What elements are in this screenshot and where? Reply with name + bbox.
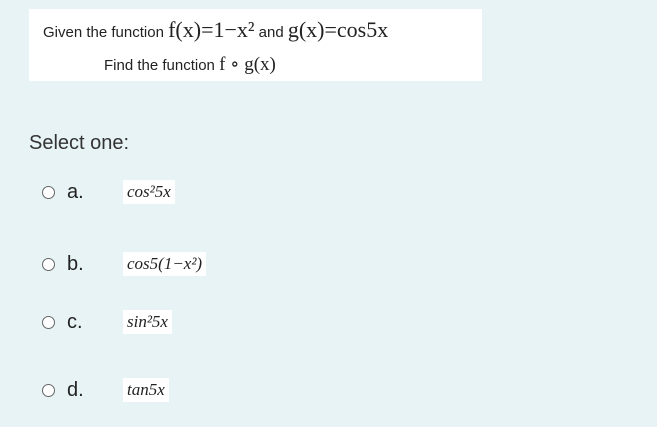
question-line-find: Find the function f ∘ g(x) (104, 53, 276, 76)
option-c-letter: c. (67, 310, 83, 333)
given-text: Given the function (43, 24, 164, 41)
option-b-answer: cos5(1−x²) (123, 252, 207, 276)
radio-d[interactable] (42, 383, 55, 397)
question-box: Given the function f(x)=1−x² and g(x)=co… (29, 9, 482, 81)
composition-expression: f ∘ g(x) (219, 54, 276, 75)
radio-a[interactable] (42, 185, 55, 199)
radio-b[interactable] (42, 257, 55, 271)
select-one-label: Select one: (29, 132, 130, 154)
find-text: Find the function (104, 57, 215, 74)
option-d-answer: tan5x (123, 378, 169, 402)
radio-c[interactable] (42, 315, 55, 329)
option-a-letter: a. (67, 180, 84, 203)
option-a[interactable]: a. cos²5x (42, 178, 175, 206)
option-d[interactable]: d. tan5x (42, 376, 169, 404)
g-expression: g(x)=cos5x (287, 17, 389, 42)
question-line-given: Given the function f(x)=1−x² and g(x)=co… (43, 17, 388, 43)
f-expression: f(x)=1−x² (168, 17, 255, 42)
option-c[interactable]: c. sin²5x (42, 308, 172, 336)
option-c-answer: sin²5x (123, 310, 172, 334)
option-d-letter: d. (67, 378, 84, 401)
option-a-answer: cos²5x (123, 180, 175, 204)
option-b-letter: b. (67, 252, 84, 275)
and-text: and (258, 24, 284, 41)
option-b[interactable]: b. cos5(1−x²) (42, 250, 207, 278)
